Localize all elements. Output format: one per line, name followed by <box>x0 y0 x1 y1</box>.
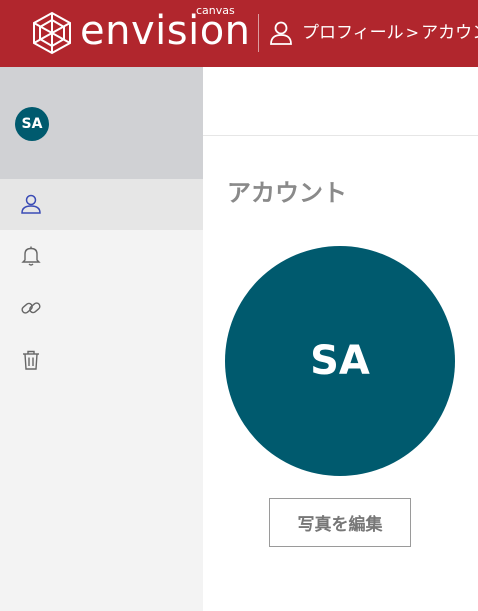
trash-icon <box>23 350 39 370</box>
edit-photo-button[interactable]: 写真を編集 <box>269 498 411 547</box>
divider <box>203 135 478 136</box>
user-icon <box>21 194 41 214</box>
envision-logo-icon[interactable] <box>30 11 74 55</box>
sidebar-header: SA <box>0 67 203 179</box>
sidebar-item-integrations[interactable] <box>0 283 203 334</box>
profile-avatar: SA <box>225 246 455 476</box>
top-header: envision canvas プロフィール>アカウント <box>0 0 478 67</box>
bell-icon <box>21 246 41 266</box>
main-panel: アカウント SA 写真を編集 <box>203 67 478 611</box>
user-icon <box>270 21 292 45</box>
header-divider <box>258 14 259 52</box>
logo-subtitle: canvas <box>196 4 235 17</box>
breadcrumb-profile[interactable]: プロフィール <box>302 23 404 43</box>
link-icon <box>21 302 41 314</box>
breadcrumb-separator: > <box>405 23 420 42</box>
breadcrumb-account: アカウント <box>421 23 478 43</box>
avatar[interactable]: SA <box>15 107 49 141</box>
sidebar: SA <box>0 67 203 611</box>
page-title: アカウント <box>227 179 347 207</box>
sidebar-item-account[interactable] <box>0 179 203 230</box>
sidebar-item-delete[interactable] <box>0 335 203 386</box>
breadcrumb: プロフィール>アカウント <box>302 20 478 46</box>
sidebar-item-notifications[interactable] <box>0 231 203 282</box>
